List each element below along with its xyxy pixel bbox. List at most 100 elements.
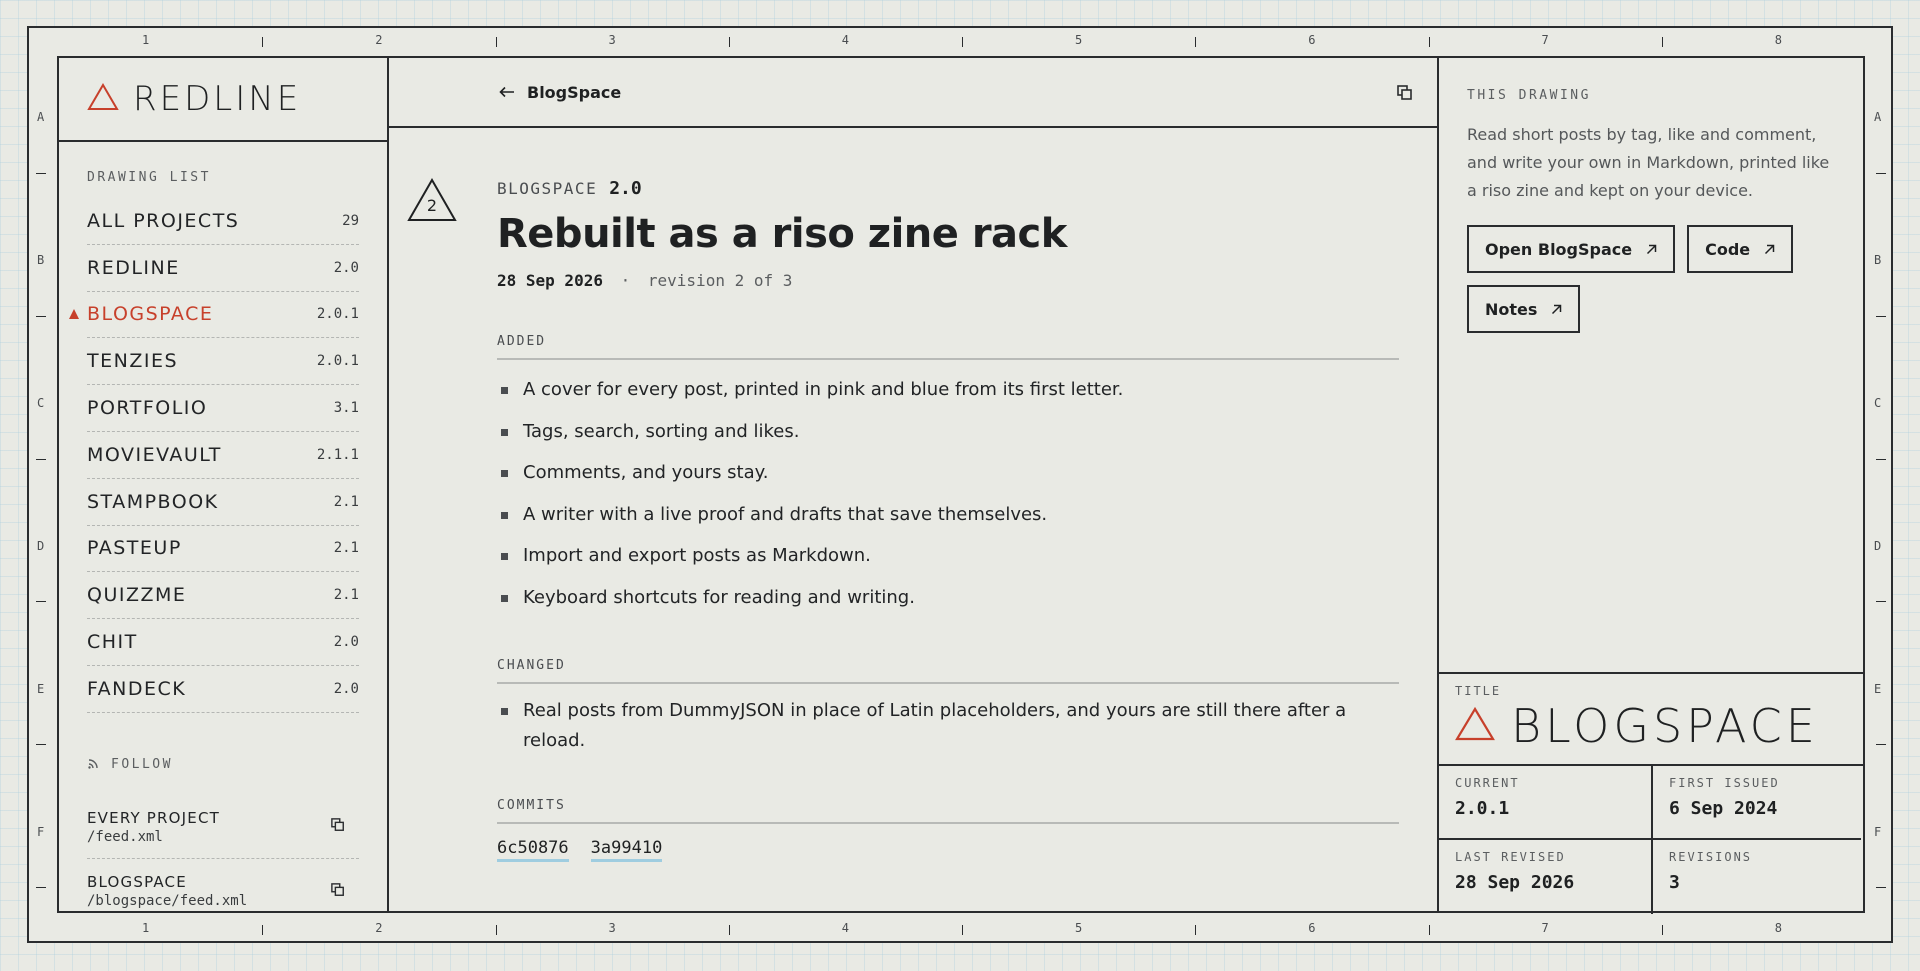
ruler-row-label: B xyxy=(37,253,45,268)
copy-icon[interactable] xyxy=(331,882,345,901)
feed-item[interactable]: BLOGSPACE/blogspace/feed.xml xyxy=(87,859,359,923)
added-item: Comments, and yours stay. xyxy=(497,458,1399,488)
sidebar-item-tenzies[interactable]: TENZIES 2.0.1 xyxy=(87,338,359,386)
changed-item: Real posts from DummyJSON in place of La… xyxy=(497,696,1357,756)
revisions-value: 3 xyxy=(1669,872,1680,893)
ruler-tick xyxy=(962,925,963,935)
ruler-tick xyxy=(1428,37,1430,47)
sidebar-item-fandeck[interactable]: FANDECK 2.0 xyxy=(87,666,359,713)
feed-item[interactable]: EVERY PROJECT/feed.xml xyxy=(87,795,359,859)
project-name: QUIZZME xyxy=(87,584,187,607)
ruler-tick xyxy=(1661,37,1663,47)
project-version: 2.0 xyxy=(333,680,359,697)
active-marker-icon xyxy=(69,308,79,319)
ruler-column-label: 6 xyxy=(1308,921,1316,935)
project-name: STAMPBOOK xyxy=(87,490,219,513)
release-eyebrow: BLOGSPACE 2.0 xyxy=(497,178,1399,199)
ruler-row-label: D xyxy=(1874,538,1882,553)
sidebar-item-all-projects[interactable]: ALL PROJECTS 29 xyxy=(87,198,359,245)
sidebar-item-blogspace[interactable]: BLOGSPACE 2.0.1 xyxy=(69,292,359,339)
ruler-column-label: 2 xyxy=(375,921,383,935)
notes-button[interactable]: Notes xyxy=(1467,285,1581,333)
ruler-tick xyxy=(1876,887,1886,888)
commit-link[interactable]: 6c50876 xyxy=(497,838,569,862)
back-link[interactable]: BlogSpace xyxy=(499,83,621,102)
title-row: BLOGSPACE xyxy=(1455,700,1863,752)
current-cell: CURRENT 2.0.1 xyxy=(1439,766,1651,840)
ruler-row-label: E xyxy=(1874,681,1882,696)
copy-icon[interactable] xyxy=(1397,85,1413,105)
ruler-tick xyxy=(36,172,46,174)
feed-name: EVERY PROJECT xyxy=(87,808,221,827)
sidebar-item-redline[interactable]: REDLINE 2.0 xyxy=(87,245,359,292)
follow-header: FOLLOW xyxy=(87,755,173,774)
project-version: 2.0.1 xyxy=(316,353,359,370)
arrow-left-icon xyxy=(499,83,515,102)
first-issued-cell: FIRST ISSUED 6 Sep 2024 xyxy=(1651,766,1861,840)
ruler-row-label: A xyxy=(37,110,45,125)
added-item: Tags, search, sorting and likes. xyxy=(497,417,1399,447)
ruler-row-label: B xyxy=(1874,253,1882,268)
ruler-tick xyxy=(1876,744,1886,746)
main-header: BlogSpace xyxy=(389,58,1437,128)
revisions-label: REVISIONS xyxy=(1669,850,1753,864)
ruler-row-label: C xyxy=(37,396,45,411)
sidebar-item-quizzme[interactable]: QUIZZME 2.1 xyxy=(87,572,359,620)
last-revised-value: 28 Sep 2026 xyxy=(1455,872,1575,893)
current-label: CURRENT xyxy=(1455,776,1520,790)
commits-heading: COMMITS xyxy=(497,798,1399,824)
added-item: Import and export posts as Markdown. xyxy=(497,541,1399,571)
open-blogspace-label: Open BlogSpace xyxy=(1485,239,1633,259)
ruler-tick xyxy=(1195,925,1197,935)
first-issued-label: FIRST ISSUED xyxy=(1669,776,1780,790)
sidebar-item-pasteup[interactable]: PASTEUP 2.1 xyxy=(87,526,359,573)
feed-text: EVERY PROJECT/feed.xml xyxy=(87,809,220,845)
ruler-tick xyxy=(36,744,46,746)
code-button[interactable]: Code xyxy=(1687,225,1794,273)
ruler-tick xyxy=(728,37,730,47)
arrow-up-right-icon xyxy=(1764,240,1775,259)
arrow-up-right-icon xyxy=(1551,300,1562,319)
sidebar: REDLINE DRAWING LIST ALL PROJECTS 29 REDLI… xyxy=(59,58,389,911)
ruler-tick xyxy=(1876,601,1886,603)
ruler-row-label: E xyxy=(37,681,45,696)
ruler-tick xyxy=(495,37,497,47)
project-version: 2.1 xyxy=(333,493,359,510)
ruler-column-label: 5 xyxy=(1075,921,1083,935)
drawing-panel: THIS DRAWING Read short posts by tag, li… xyxy=(1437,58,1863,914)
commit-link[interactable]: 3a99410 xyxy=(590,838,663,862)
brand[interactable]: REDLINE xyxy=(59,58,387,142)
project-version: 2.0.1 xyxy=(316,306,359,323)
title-label: TITLE xyxy=(1455,684,1502,698)
ruler-tick xyxy=(1661,925,1663,935)
title-block-grid: CURRENT 2.0.1 FIRST ISSUED 6 Sep 2024 LA… xyxy=(1439,766,1863,914)
revision-number: 2 xyxy=(426,196,438,215)
project-name: ALL PROJECTS xyxy=(87,209,240,232)
project-version: 2.1.1 xyxy=(316,446,359,463)
sidebar-item-movievault[interactable]: MOVIEVAULT 2.1.1 xyxy=(87,432,359,479)
sidebar-item-chit[interactable]: CHIT 2.0 xyxy=(87,619,359,666)
revision-badge: 2 xyxy=(407,177,457,226)
drawing-list-label: DRAWING LIST xyxy=(87,170,211,185)
ruler-row-label: C xyxy=(1874,396,1882,411)
revisions-cell: REVISIONS 3 xyxy=(1651,840,1861,914)
project-name: PASTEUP xyxy=(87,537,182,560)
ruler-tick xyxy=(262,925,264,935)
ruler-column-label: 6 xyxy=(1308,33,1316,47)
ruler-tick xyxy=(1428,925,1430,935)
brand-name: REDLINE xyxy=(133,79,302,119)
last-revised-cell: LAST REVISED 28 Sep 2026 xyxy=(1439,840,1651,914)
release-date: 28 Sep 2026 xyxy=(497,271,603,290)
copy-icon[interactable] xyxy=(331,817,345,836)
open-blogspace-button[interactable]: Open BlogSpace xyxy=(1467,225,1676,273)
added-item: Keyboard shortcuts for reading and writi… xyxy=(497,583,1399,613)
ruler-tick xyxy=(36,458,46,460)
project-name: FANDECK xyxy=(87,677,187,700)
drawing-frame: REDLINE DRAWING LIST ALL PROJECTS 29 REDLI… xyxy=(57,56,1865,914)
sidebar-item-portfolio[interactable]: PORTFOLIO 3.1 xyxy=(87,385,359,432)
project-version: 2.1 xyxy=(333,540,359,557)
sidebar-item-stampbook[interactable]: STAMPBOOK 2.1 xyxy=(87,479,359,526)
project-name: MOVIEVAULT xyxy=(87,443,222,466)
first-issued-value: 6 Sep 2024 xyxy=(1669,798,1778,819)
feed-path: /feed.xml xyxy=(87,828,163,845)
